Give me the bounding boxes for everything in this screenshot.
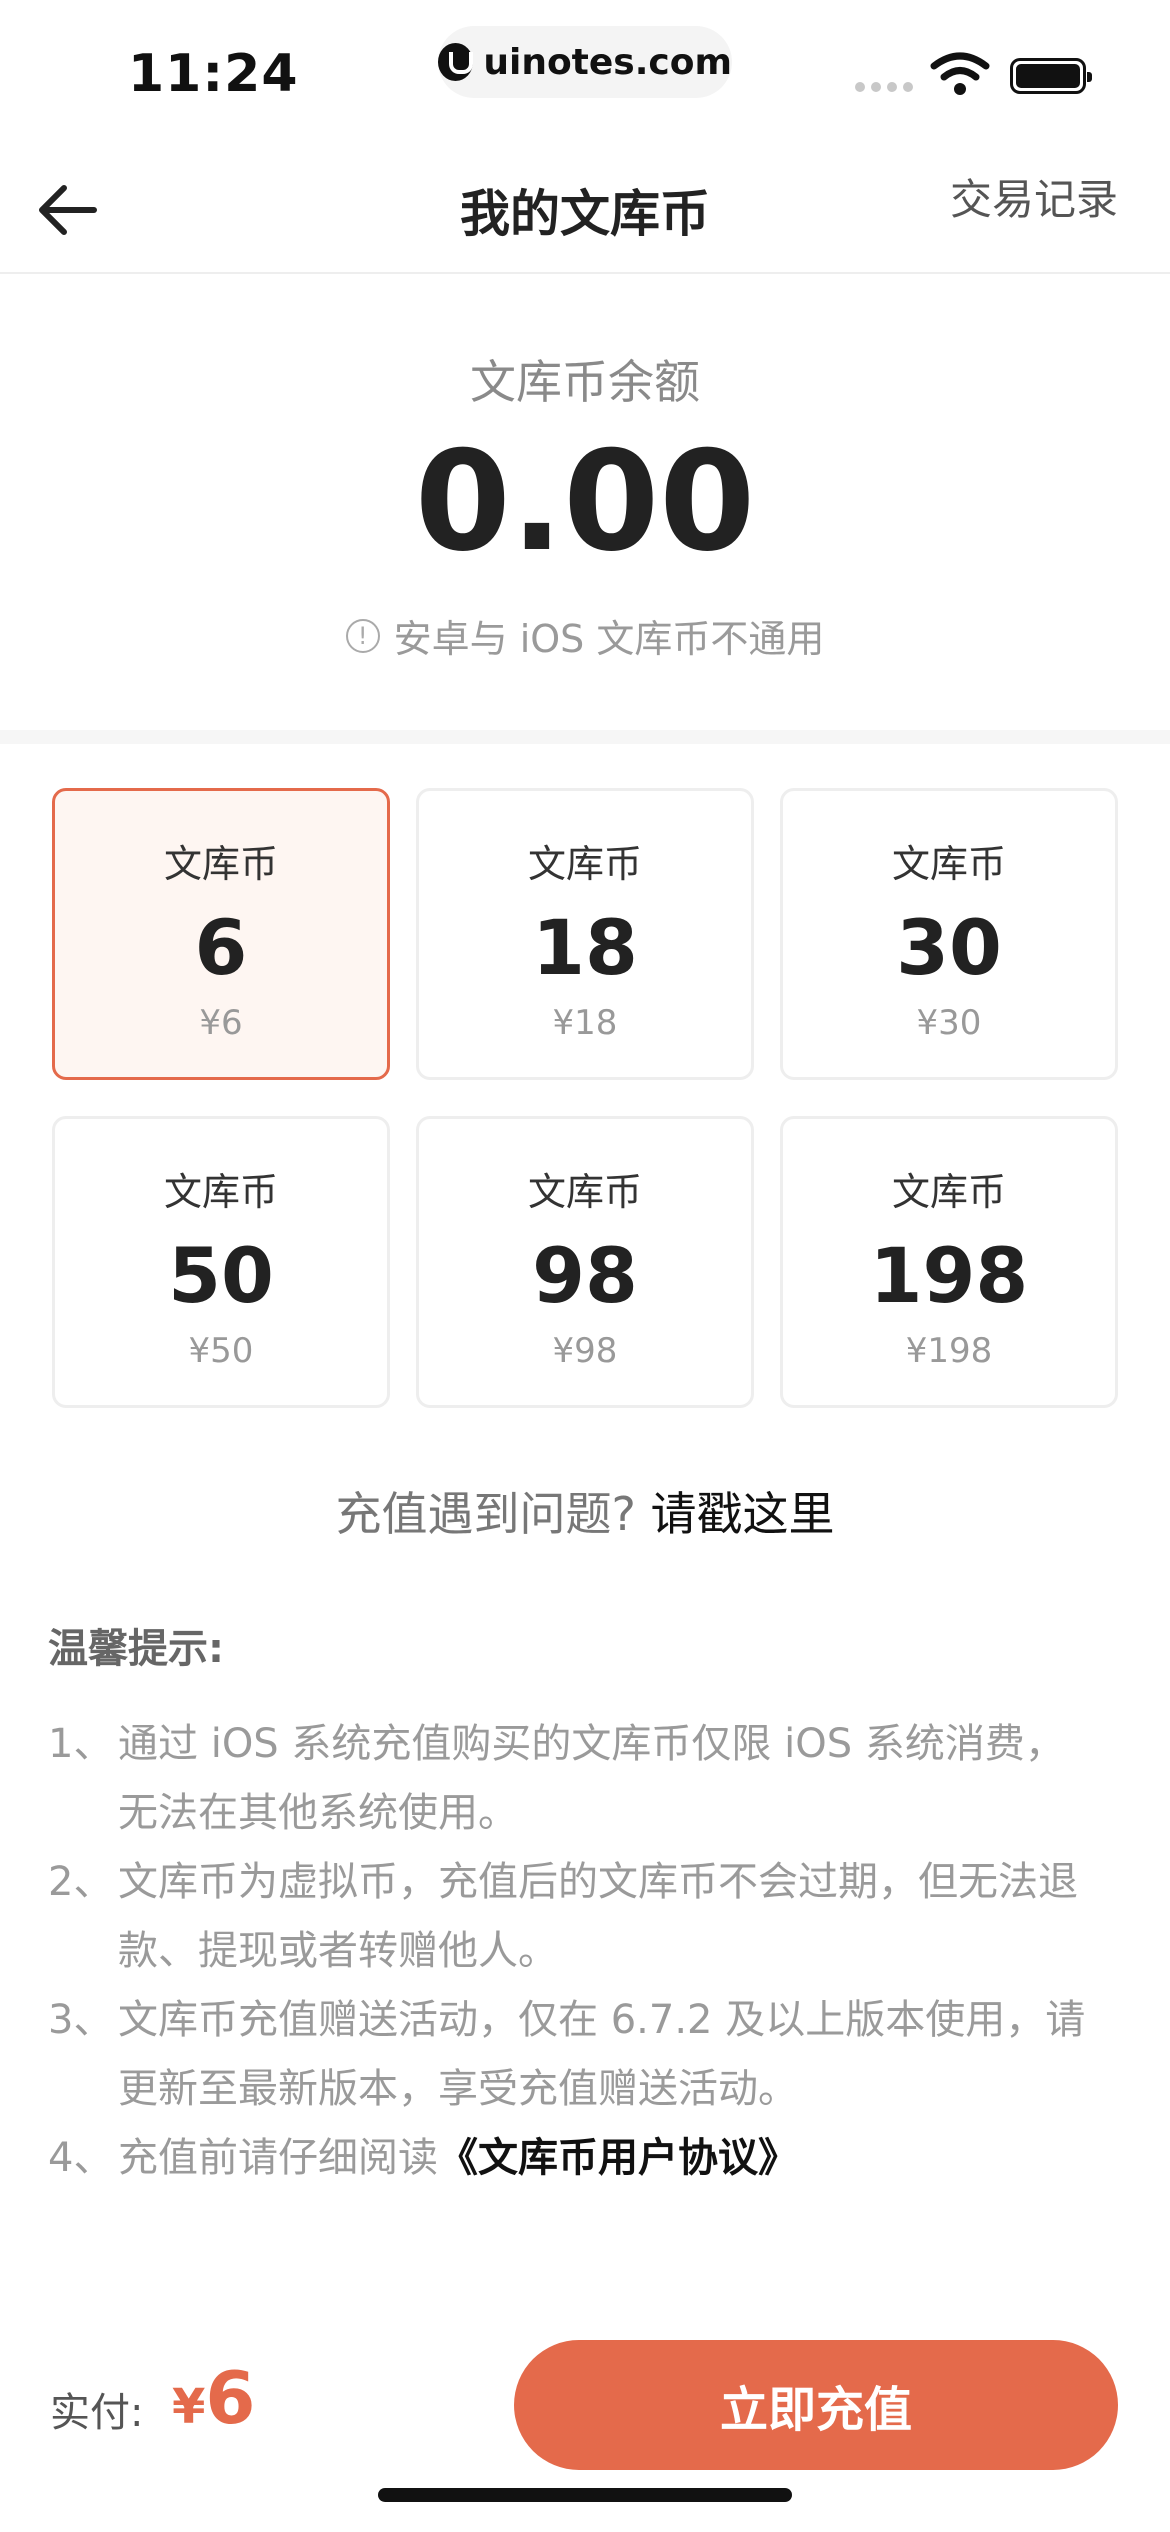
tip-item: 2、 文库币为虚拟币，充值后的文库币不会过期，但无法退款、提现或者转赠他人。 <box>48 1848 1098 1986</box>
option-price: ¥50 <box>188 1331 254 1371</box>
option-label: 文库币 <box>163 842 278 886</box>
balance-note-text: 安卓与 iOS 文库币不通用 <box>393 617 825 661</box>
home-indicator <box>378 2488 792 2502</box>
site-logo-icon <box>438 43 474 81</box>
option-amount: 98 <box>532 1231 638 1320</box>
section-divider <box>0 730 1170 744</box>
tip-item: 1、 通过 iOS 系统充值购买的文库币仅限 iOS 系统消费，无法在其他系统使… <box>48 1710 1098 1848</box>
recharge-option-98[interactable]: 文库币 98 ¥98 <box>416 1116 754 1408</box>
cellular-signal-icon <box>855 82 913 92</box>
tip-item: 4、 充值前请仔细阅读《文库币用户协议》 <box>48 2124 1098 2193</box>
tip-number: 3、 <box>48 1997 114 2043</box>
option-label: 文库币 <box>163 1170 278 1214</box>
tip-number: 2、 <box>48 1859 114 1905</box>
status-time: 11:24 <box>128 44 299 104</box>
tip-number: 4、 <box>48 2135 114 2181</box>
option-price: ¥30 <box>916 1003 982 1043</box>
recharge-option-18[interactable]: 文库币 18 ¥18 <box>416 788 754 1080</box>
url-text: uinotes.com <box>483 41 732 83</box>
tips-title: 温馨提示: <box>48 1626 224 1672</box>
recharge-options-grid: 文库币 6 ¥6 文库币 18 ¥18 文库币 30 ¥30 文库币 50 ¥5… <box>52 788 1118 1408</box>
balance-section: 文库币余额 0.00 ! 安卓与 iOS 文库币不通用 <box>0 274 1170 730</box>
help-text: 充值遇到问题? <box>335 1487 651 1541</box>
recharge-now-button[interactable]: 立即充值 <box>514 2340 1118 2470</box>
tip-text: 文库币为虚拟币，充值后的文库币不会过期，但无法退款、提现或者转赠他人。 <box>118 1859 1078 1974</box>
help-link[interactable]: 请戳这里 <box>651 1487 835 1541</box>
option-price: ¥18 <box>552 1003 618 1043</box>
option-price: ¥98 <box>552 1331 618 1371</box>
balance-note: ! 安卓与 iOS 文库币不通用 <box>0 608 1170 663</box>
tip-number: 1、 <box>48 1721 114 1767</box>
pay-currency: ¥ <box>172 2379 206 2435</box>
help-row: 充值遇到问题? 请戳这里 <box>0 1478 1170 1544</box>
option-price: ¥6 <box>199 1003 243 1043</box>
option-amount: 50 <box>168 1231 274 1320</box>
option-amount: 6 <box>194 903 248 992</box>
pay-value: 6 <box>205 2356 256 2440</box>
url-pill[interactable]: uinotes.com <box>438 26 732 98</box>
tip-item: 3、 文库币充值赠送活动，仅在 6.7.2 及以上版本使用，请更新至最新版本，享… <box>48 1986 1098 2124</box>
option-amount: 198 <box>869 1231 1029 1320</box>
balance-value: 0.00 <box>414 421 756 582</box>
pay-amount: ¥6 <box>172 2356 256 2440</box>
tip-text: 文库币充值赠送活动，仅在 6.7.2 及以上版本使用，请更新至最新版本，享受充值… <box>118 1997 1086 2112</box>
recharge-option-6[interactable]: 文库币 6 ¥6 <box>52 788 390 1080</box>
recharge-option-30[interactable]: 文库币 30 ¥30 <box>780 788 1118 1080</box>
option-label: 文库币 <box>527 842 642 886</box>
tip-text: 充值前请仔细阅读 <box>118 2135 438 2181</box>
recharge-option-50[interactable]: 文库币 50 ¥50 <box>52 1116 390 1408</box>
wifi-icon <box>930 52 990 95</box>
tip-text: 通过 iOS 系统充值购买的文库币仅限 iOS 系统消费，无法在其他系统使用。 <box>118 1721 1065 1836</box>
option-label: 文库币 <box>891 1170 1006 1214</box>
pay-label: 实付: <box>50 2390 144 2436</box>
user-agreement-link[interactable]: 《文库币用户协议》 <box>438 2135 798 2181</box>
nav-bar: 我的文库币 交易记录 <box>0 140 1170 274</box>
info-icon: ! <box>345 618 380 653</box>
status-bar: 11:24 uinotes.com <box>0 0 1170 140</box>
battery-icon <box>1010 58 1092 94</box>
balance-label: 文库币余额 <box>470 355 700 409</box>
tips-list: 1、 通过 iOS 系统充值购买的文库币仅限 iOS 系统消费，无法在其他系统使… <box>48 1710 1098 2193</box>
tip-text-container: 充值前请仔细阅读《文库币用户协议》 <box>118 2124 1098 2193</box>
option-amount: 18 <box>532 903 638 992</box>
option-label: 文库币 <box>891 842 1006 886</box>
recharge-option-198[interactable]: 文库币 198 ¥198 <box>780 1116 1118 1408</box>
option-price: ¥198 <box>905 1331 993 1371</box>
option-label: 文库币 <box>527 1170 642 1214</box>
option-amount: 30 <box>896 903 1002 992</box>
transaction-history-link[interactable]: 交易记录 <box>950 166 1118 227</box>
